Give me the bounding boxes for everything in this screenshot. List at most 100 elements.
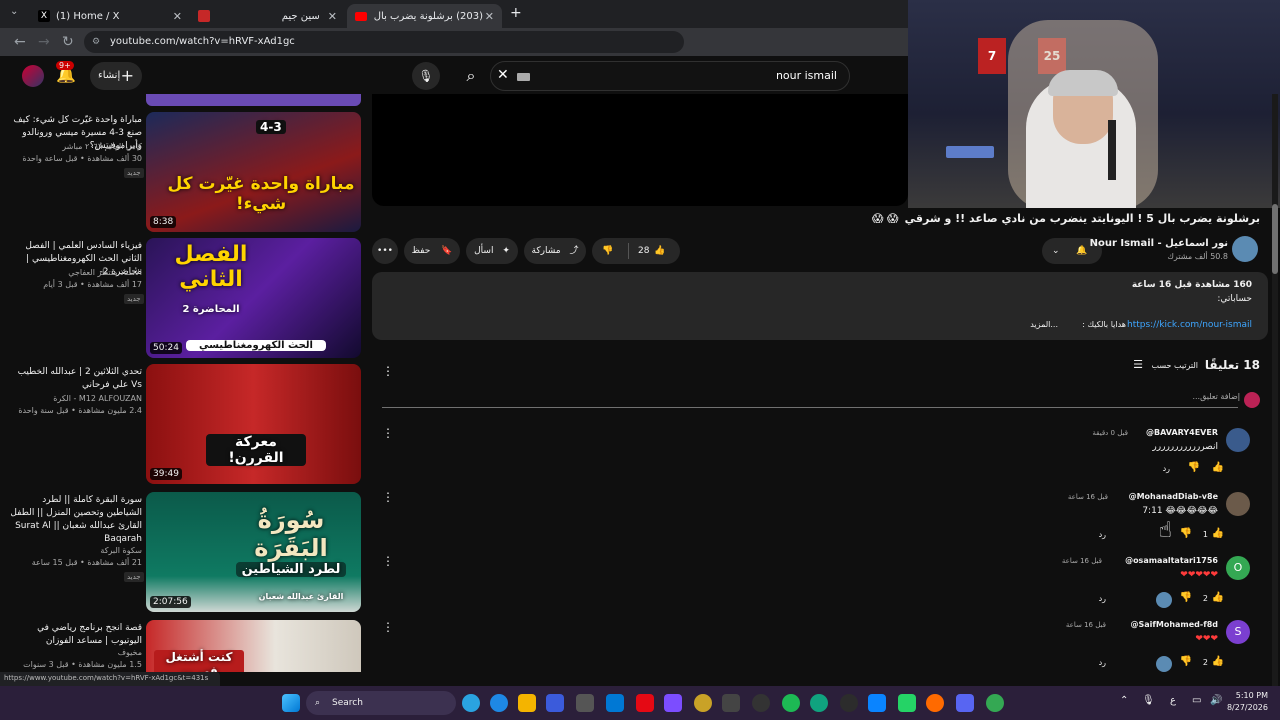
like-icon[interactable]: 👍 xyxy=(1212,592,1224,603)
list-item[interactable]: معركة القررن! 39:49 تحدي الثلاثين 2 | عب… xyxy=(0,364,394,484)
reply-button[interactable]: رد xyxy=(1099,594,1106,603)
app-icon[interactable] xyxy=(546,694,564,712)
comment-time[interactable]: قبل 16 ساعة xyxy=(1066,621,1106,629)
reply-button[interactable]: رد xyxy=(1099,530,1106,539)
app-icon[interactable] xyxy=(868,694,886,712)
kick-link[interactable]: https://kick.com/nour-ismail xyxy=(1127,320,1252,330)
language-indicator[interactable]: ع xyxy=(1170,695,1176,706)
search-icon[interactable]: ⌕ xyxy=(452,62,490,90)
tab-x-home[interactable]: X (1) Home / X ✕ xyxy=(30,4,190,28)
voice-search-mic-icon[interactable]: 🎙 xyxy=(412,62,440,90)
notifications-bell-icon[interactable]: 🔔 9+ xyxy=(56,61,76,84)
reply-button[interactable]: رد xyxy=(1163,464,1170,473)
video-thumbnail[interactable]: سُورَةُ البَقَرَة لطرد الشياطين القارئ ع… xyxy=(146,492,361,612)
like-icon[interactable]: 👍 xyxy=(1212,462,1224,473)
system-clock[interactable]: 5:10 PM 8/27/2026 xyxy=(1227,690,1268,714)
channel-name[interactable]: سكوة البركة xyxy=(10,546,142,555)
save-button[interactable]: حفظ 🔖 xyxy=(404,238,460,264)
chrome-icon[interactable] xyxy=(986,694,1004,712)
tab-close-icon[interactable]: ✕ xyxy=(485,10,494,23)
address-bar[interactable]: ⚙ youtube.com/watch?v=hRVF-xAd1gc xyxy=(84,31,684,53)
more-actions-button[interactable]: ••• xyxy=(372,238,398,264)
tab-youtube-video[interactable]: (203) برشلونة يضرب بال 5 ! اليونا ✕ xyxy=(347,4,502,28)
app-icon[interactable] xyxy=(576,694,594,712)
comment-author[interactable]: @BAVARY4EVER xyxy=(1146,428,1218,437)
monitor-icon[interactable]: ▭ xyxy=(1192,695,1201,706)
commenter-avatar[interactable] xyxy=(1226,428,1250,452)
app-icon[interactable] xyxy=(752,694,770,712)
clear-search-icon[interactable]: ✕ xyxy=(497,67,509,83)
forward-arrow-icon[interactable]: → xyxy=(38,34,50,50)
app-icon[interactable] xyxy=(840,694,858,712)
reload-icon[interactable]: ↻ xyxy=(62,34,74,50)
video-thumbnail[interactable]: معركة القررن! 39:49 xyxy=(146,364,361,484)
edge-beta-icon[interactable] xyxy=(490,694,508,712)
video-thumbnail[interactable]: الفصل الثاني المحاضرة 2 الحث الكهرومغناط… xyxy=(146,238,361,358)
keyboard-icon[interactable] xyxy=(517,73,530,81)
show-more-button[interactable]: ...المزيد xyxy=(1030,320,1058,329)
list-item[interactable]: سُورَةُ البَقَرَة لطرد الشياطين القارئ ع… xyxy=(0,492,365,612)
comment-author[interactable]: @osamaaltatari1756 xyxy=(1125,556,1218,565)
list-item[interactable]: الفصل الثاني المحاضرة 2 الحث الكهرومغناط… xyxy=(0,238,365,358)
list-item[interactable]: كنت أشتغل في ... قصة انجح برنامج رياضي ف… xyxy=(0,620,365,672)
tab-list-chevron-icon[interactable]: ⌄ xyxy=(10,6,18,17)
search-input[interactable]: ✕ nour ismail xyxy=(490,61,850,91)
channel-name[interactable]: الأستاذ منتظر العفاجي xyxy=(10,268,142,277)
video-title[interactable]: تحدي الثلاثين 2 | عبدالله الخطيب Vs علي … xyxy=(10,366,142,392)
app-icon[interactable] xyxy=(606,694,624,712)
site-info-icon[interactable]: ⚙ xyxy=(92,31,100,53)
comment-author[interactable]: @SaifMohamed-f8d xyxy=(1130,620,1218,629)
microphone-icon[interactable]: 🎙 xyxy=(1142,695,1155,706)
dislike-icon[interactable]: 👎 xyxy=(1188,462,1200,473)
channel-name[interactable]: مخيوف xyxy=(10,648,142,657)
dislike-icon[interactable]: 👎 xyxy=(602,238,613,264)
commenter-avatar[interactable]: O xyxy=(1226,556,1250,580)
description-box[interactable]: 160 مشاهدة قبل 16 ساعة حساباتي: https://… xyxy=(372,272,1268,340)
app-icon[interactable] xyxy=(664,694,682,712)
previous-thumbnail-edge[interactable] xyxy=(146,94,361,106)
taskbar-search-box[interactable]: ⌕ Search xyxy=(306,691,456,715)
add-comment-input[interactable]: إضافة تعليق... xyxy=(1130,392,1240,401)
page-scrollbar[interactable] xyxy=(1272,94,1278,686)
share-button[interactable]: مشاركة ⤴ xyxy=(524,238,586,264)
chatgpt-icon[interactable] xyxy=(810,694,828,712)
create-button[interactable]: إنشاء + xyxy=(90,62,142,90)
dislike-icon[interactable]: 👎 xyxy=(1180,528,1192,539)
dislike-icon[interactable]: 👎 xyxy=(1180,592,1192,603)
ask-button[interactable]: اسأل ✦ xyxy=(466,238,518,264)
sort-comments-button[interactable]: الترتيب حسب ☰ xyxy=(1120,358,1198,371)
app-icon[interactable] xyxy=(722,694,740,712)
video-title[interactable]: قصة انجح برنامج رياضي في اليوتيوب | مساع… xyxy=(10,622,142,648)
channel-name[interactable]: نور اسماعيل - Nour Ismail xyxy=(1090,238,1228,249)
list-item[interactable]: 4-3 مباراة واحدة غيّرت كل شيء! 8:38 مبار… xyxy=(0,112,365,232)
whatsapp-icon[interactable] xyxy=(898,694,916,712)
comment-author[interactable]: @MohanadDiab-v8e xyxy=(1129,492,1218,501)
channel-avatar[interactable] xyxy=(1232,236,1258,262)
discord-icon[interactable] xyxy=(956,694,974,712)
edge-icon[interactable] xyxy=(462,694,480,712)
comment-time[interactable]: قبل 16 ساعة xyxy=(1062,557,1102,565)
app-icon[interactable] xyxy=(926,694,944,712)
file-explorer-icon[interactable] xyxy=(518,694,536,712)
netflix-icon[interactable] xyxy=(636,694,654,712)
commenter-avatar[interactable]: S xyxy=(1226,620,1250,644)
channel-name[interactable]: M12 ALFOUZAN - الكرة xyxy=(10,394,142,403)
comment-time[interactable]: قبل 0 دقيقة xyxy=(1092,429,1128,437)
tab-close-icon[interactable]: ✕ xyxy=(173,10,182,23)
more-options-icon[interactable]: ⋮ xyxy=(382,364,394,378)
video-title[interactable]: سورة البقرة كاملة || لطرد الشياطين وتحصي… xyxy=(10,494,142,548)
like-icon[interactable]: 👍 xyxy=(1212,656,1224,667)
reply-button[interactable]: رد xyxy=(1099,658,1106,667)
tab-sin-jim[interactable]: سين جيم ✕ xyxy=(190,4,345,28)
tab-close-icon[interactable]: ✕ xyxy=(328,10,337,23)
video-thumbnail[interactable]: 4-3 مباراة واحدة غيّرت كل شيء! 8:38 xyxy=(146,112,361,232)
video-thumbnail[interactable]: كنت أشتغل في ... xyxy=(146,620,361,672)
app-icon[interactable] xyxy=(694,694,712,712)
dislike-icon[interactable]: 👎 xyxy=(1180,656,1192,667)
windows-start-icon[interactable] xyxy=(282,694,300,712)
user-avatar[interactable] xyxy=(22,65,44,87)
volume-icon[interactable]: 🔊 xyxy=(1210,695,1222,706)
video-player[interactable] xyxy=(372,94,908,206)
back-arrow-icon[interactable]: ← xyxy=(14,34,26,50)
scrollbar-thumb[interactable] xyxy=(1272,204,1278,274)
